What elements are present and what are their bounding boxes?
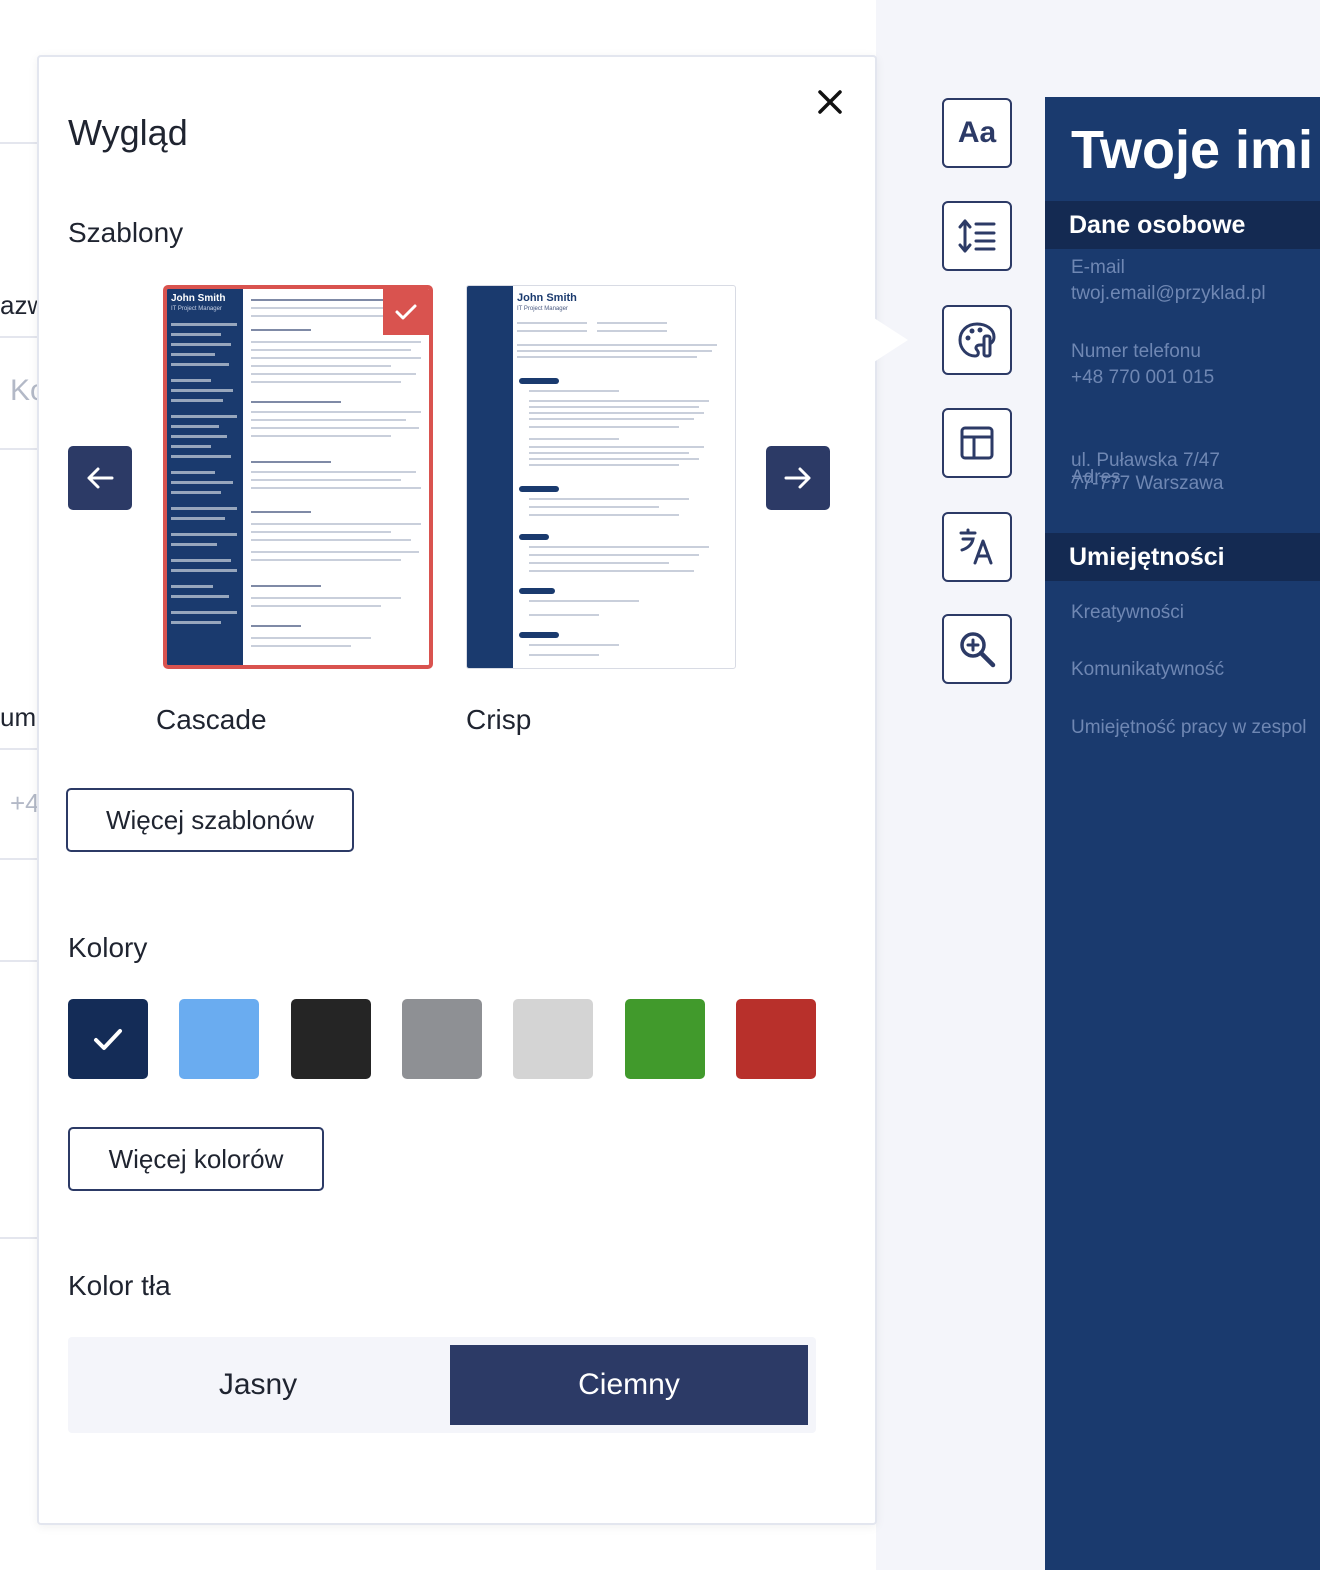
template-card-cascade[interactable]: John Smith IT Project Manager — [163, 285, 433, 669]
template-card-crisp[interactable]: John Smith IT Project Manager — [466, 285, 736, 669]
background-light-option[interactable]: Jasny — [68, 1345, 448, 1425]
template-sidebar — [467, 286, 513, 668]
resume-phone-label: Numer telefonu — [1071, 341, 1201, 362]
resume-section-skills: Umiejętności — [1045, 533, 1320, 581]
font-icon: Aa — [957, 116, 997, 149]
resume-skill: Komunikatywność — [1071, 659, 1225, 680]
color-swatch[interactable] — [736, 999, 816, 1079]
arrow-right-icon — [784, 467, 811, 489]
palette-button[interactable] — [942, 305, 1012, 375]
background-color-heading: Kolor tła — [68, 1270, 171, 1301]
resume-phone-value: +48 770 001 015 — [1071, 367, 1215, 388]
layout-icon — [960, 426, 994, 460]
colors-heading: Kolory — [68, 932, 148, 963]
layout-button[interactable] — [942, 408, 1012, 478]
palette-icon — [958, 322, 996, 358]
color-swatch[interactable] — [402, 999, 482, 1079]
resume-skill: Kreatywności — [1071, 602, 1184, 623]
zoom-in-icon — [960, 632, 996, 668]
panel-pointer — [874, 318, 908, 362]
more-colors-button[interactable]: Więcej kolorów — [68, 1127, 324, 1191]
checkmark-icon — [94, 1029, 122, 1050]
close-button[interactable] — [812, 84, 848, 120]
resume-preview[interactable]: Twoje imi Dane osobowe E-mail twoj.email… — [1045, 97, 1320, 1570]
resume-email-value: twoj.email@przyklad.pl — [1071, 283, 1266, 304]
templates-next-button[interactable] — [766, 446, 830, 510]
template-preview-subtitle: IT Project Manager — [517, 306, 568, 312]
color-swatch[interactable] — [513, 999, 593, 1079]
line-spacing-button[interactable] — [942, 201, 1012, 271]
templates-prev-button[interactable] — [68, 446, 132, 510]
translate-icon — [959, 528, 993, 565]
resume-name: Twoje imi — [1071, 120, 1314, 180]
color-swatch[interactable] — [291, 999, 371, 1079]
line-spacing-icon — [958, 219, 996, 253]
resume-section-personal: Dane osobowe — [1045, 201, 1320, 249]
more-templates-button[interactable]: Więcej szablonów — [66, 788, 354, 852]
template-name-crisp: Crisp — [466, 704, 532, 735]
template-preview-name: John Smith — [517, 292, 577, 304]
close-icon — [818, 90, 842, 114]
panel-title: Wygląd — [68, 112, 188, 153]
checkmark-icon — [395, 304, 417, 320]
resume-skill: Umiejętność pracy w zespol — [1071, 717, 1307, 738]
color-swatch[interactable] — [179, 999, 259, 1079]
template-preview-name: John Smith — [171, 293, 226, 304]
translate-button[interactable] — [942, 512, 1012, 582]
zoom-button[interactable] — [942, 614, 1012, 684]
resume-email-label: E-mail — [1071, 257, 1125, 278]
color-swatch[interactable] — [625, 999, 705, 1079]
background-toggle: Jasny Ciemny — [68, 1337, 816, 1433]
resume-address-line2: 77-777 Warszawa — [1071, 473, 1224, 494]
font-button[interactable]: Aa — [942, 98, 1012, 168]
background-dark-option[interactable]: Ciemny — [450, 1345, 808, 1425]
form-input-fragment[interactable]: +4 — [10, 788, 40, 819]
arrow-left-icon — [87, 467, 114, 489]
templates-heading: Szablony — [68, 217, 184, 248]
template-name-cascade: Cascade — [156, 704, 267, 735]
template-preview-subtitle: IT Project Manager — [171, 306, 222, 312]
selected-check-badge — [383, 289, 429, 335]
color-swatch[interactable] — [68, 999, 148, 1079]
